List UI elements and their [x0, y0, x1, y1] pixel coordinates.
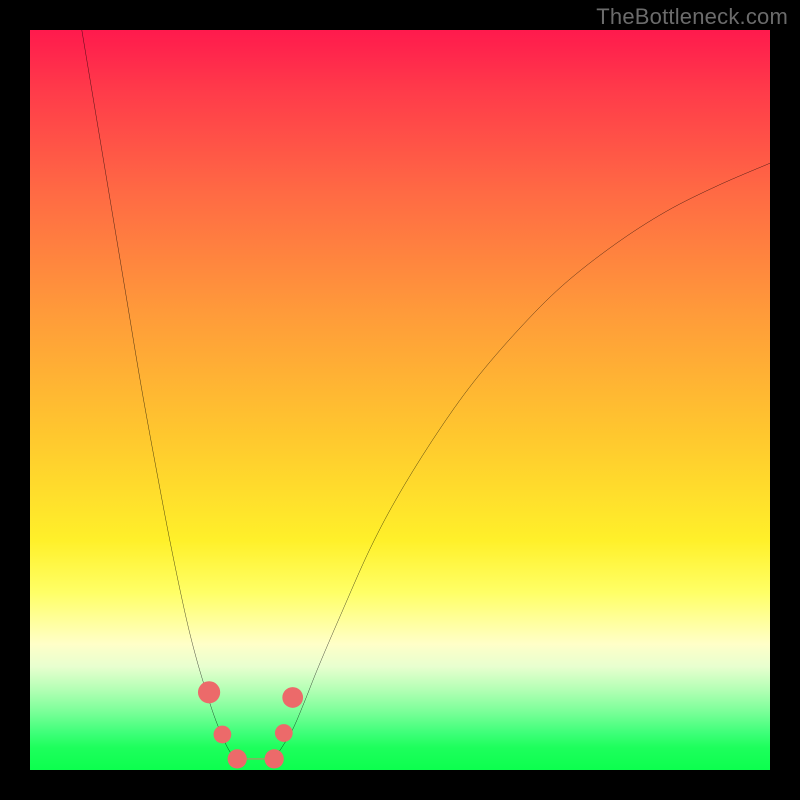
- series-left-curve: [82, 30, 237, 759]
- chart-svg: [30, 30, 770, 770]
- plot-area: [30, 30, 770, 770]
- chart-container: TheBottleneck.com: [0, 0, 800, 800]
- bottom-left-end: [228, 749, 247, 768]
- bottom-right-end: [265, 749, 284, 768]
- marker-group: [198, 681, 303, 768]
- watermark-text: TheBottleneck.com: [596, 4, 788, 30]
- left-marker-lower: [214, 726, 232, 744]
- left-marker-upper: [198, 681, 220, 703]
- right-marker-upper: [282, 687, 303, 708]
- right-marker-lower: [275, 724, 293, 742]
- series-group: [82, 30, 770, 759]
- series-right-curve: [274, 163, 770, 759]
